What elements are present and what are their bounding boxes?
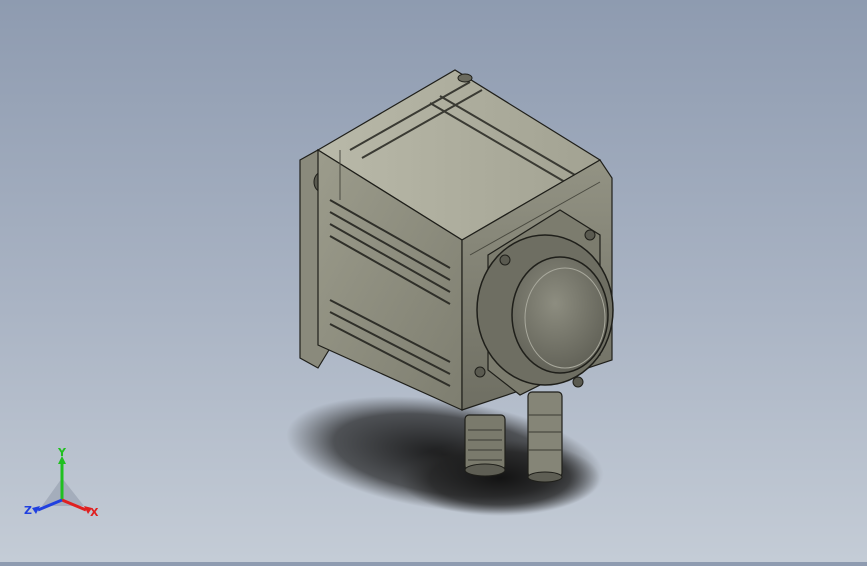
y-axis-label: Y [57, 448, 67, 459]
x-axis-label: X [90, 506, 99, 519]
power-connector[interactable] [464, 414, 506, 477]
model-canvas[interactable] [0, 0, 867, 562]
graphics-viewport[interactable] [0, 0, 867, 562]
z-axis-label: Z [24, 504, 32, 517]
triad-graphic: Y X Z [24, 446, 99, 519]
axis-triad: Y X Z [22, 446, 112, 528]
encoder-connector[interactable] [527, 391, 563, 483]
